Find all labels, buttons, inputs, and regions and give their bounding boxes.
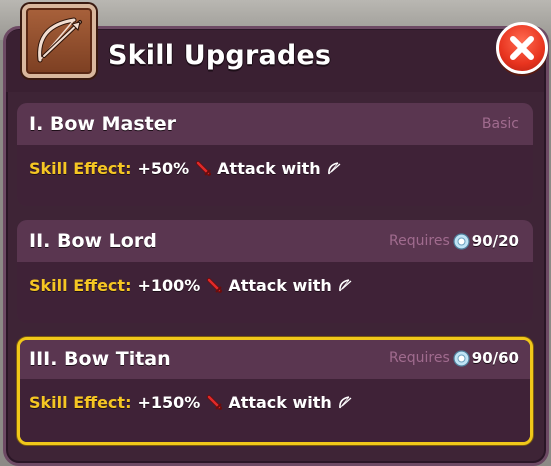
- gem-icon: [453, 349, 470, 367]
- skill-tier-badge: Basic: [481, 116, 519, 132]
- skill-card-bow-master[interactable]: I. Bow Master Basic Skill Effect: +50% A…: [17, 103, 533, 206]
- skill-requirement: Requires 90/20: [389, 232, 519, 250]
- bow-icon: [37, 17, 82, 63]
- effect-value: +100%: [137, 276, 201, 295]
- attack-text: Attack with: [217, 159, 321, 178]
- skill-effect: Skill Effect: +150% Attack with: [29, 393, 353, 412]
- attack-text: Attack with: [228, 393, 332, 412]
- requirement-count: 90/60: [471, 349, 519, 367]
- bow-icon: [338, 278, 352, 291]
- attack-text: Attack with: [228, 276, 332, 295]
- sword-icon: [207, 277, 223, 293]
- dialog-title: Skill Upgrades: [108, 40, 332, 71]
- bow-icon: [338, 395, 352, 408]
- effect-label: Skill Effect:: [29, 393, 132, 412]
- effect-value: +50%: [137, 159, 190, 178]
- skill-effect: Skill Effect: +50% Attack with: [29, 159, 342, 178]
- skill-card-bow-lord[interactable]: II. Bow Lord Requires 90/20 Skill Effect…: [17, 220, 533, 323]
- requirement-count: 90/20: [471, 232, 519, 250]
- skill-name: II. Bow Lord: [29, 230, 157, 252]
- skill-effect: Skill Effect: +100% Attack with: [29, 276, 353, 295]
- skill-name: I. Bow Master: [29, 113, 176, 135]
- skill-name: III. Bow Titan: [29, 348, 171, 370]
- effect-value: +150%: [137, 393, 201, 412]
- close-icon: [510, 36, 534, 60]
- skill-card-bow-titan[interactable]: III. Bow Titan Requires 90/60 Skill Effe…: [17, 337, 533, 445]
- effect-label: Skill Effect:: [29, 276, 132, 295]
- requires-label: Requires: [389, 350, 450, 366]
- skill-icon-frame: [22, 4, 96, 78]
- gem-icon: [453, 232, 470, 250]
- bow-icon: [327, 161, 341, 174]
- effect-label: Skill Effect:: [29, 159, 132, 178]
- sword-icon: [207, 394, 223, 410]
- close-button[interactable]: [496, 22, 548, 74]
- requires-label: Requires: [389, 233, 450, 249]
- skill-requirement: Requires 90/60: [389, 349, 519, 367]
- sword-icon: [196, 160, 212, 176]
